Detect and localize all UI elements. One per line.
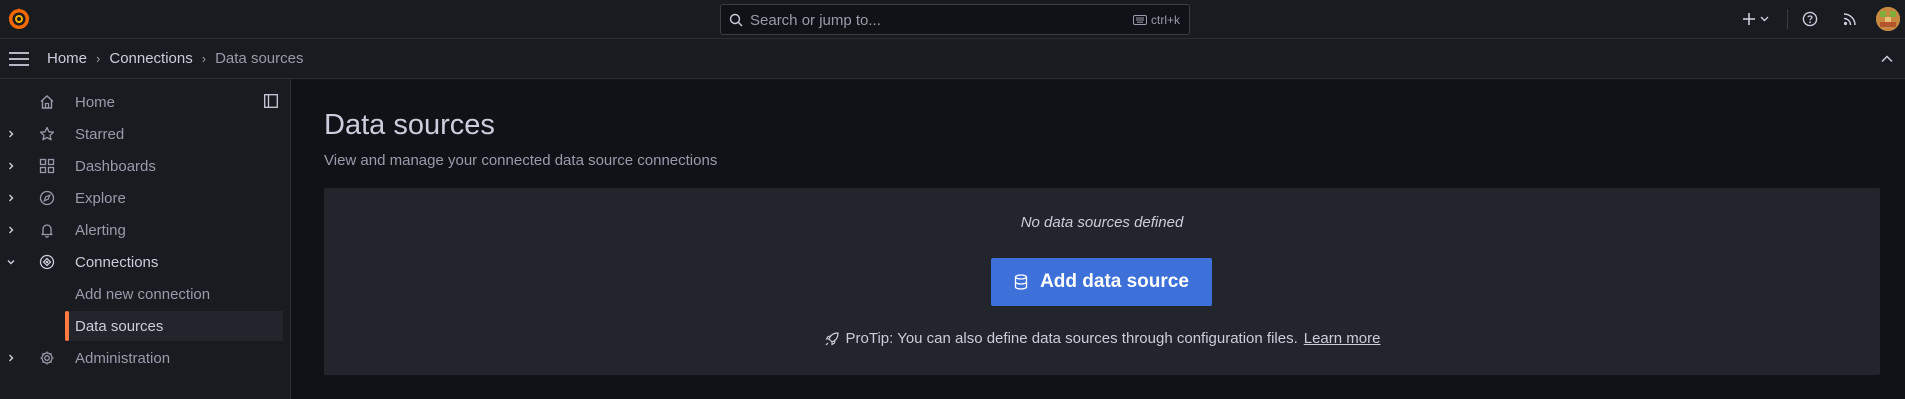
- help-button[interactable]: [1802, 9, 1818, 29]
- protip-text: ProTip: You can also define data sources…: [845, 330, 1298, 347]
- empty-state-message: No data sources defined: [1020, 214, 1184, 231]
- search-input[interactable]: Search or jump to... ctrl+k: [720, 4, 1190, 35]
- grafana-logo-icon[interactable]: [7, 7, 31, 31]
- breadcrumb-connections[interactable]: Connections: [109, 50, 192, 67]
- sidebar-item-administration[interactable]: Administration: [0, 343, 283, 373]
- chevron-right-icon[interactable]: [6, 161, 16, 171]
- cog-icon: [39, 350, 55, 366]
- news-button[interactable]: [1843, 9, 1857, 29]
- sidebar-item-starred[interactable]: Starred: [0, 119, 283, 149]
- help-icon: [1802, 11, 1818, 27]
- main-content: Data sources View and manage your connec…: [292, 79, 1905, 399]
- top-bar: Search or jump to... ctrl+k: [0, 0, 1905, 39]
- database-icon: [1014, 274, 1028, 290]
- sidebar-item-label: Home: [75, 93, 116, 111]
- star-icon: [39, 126, 55, 142]
- chevron-right-icon: ›: [96, 51, 101, 66]
- chevron-down-icon[interactable]: [6, 257, 16, 267]
- breadcrumb-data-sources: Data sources: [215, 50, 304, 67]
- connections-icon: [39, 254, 55, 270]
- chevron-right-icon[interactable]: [6, 193, 16, 203]
- avatar[interactable]: [1876, 7, 1900, 31]
- empty-state-card: No data sources defined Add data source …: [324, 188, 1880, 375]
- sidebar-item-label: Dashboards: [75, 157, 156, 175]
- protip: ProTip: You can also define data sources…: [324, 330, 1880, 347]
- sidebar-item-label: Starred: [75, 125, 125, 143]
- breadcrumb-home[interactable]: Home: [47, 50, 87, 67]
- sidebar-item-label: Explore: [75, 189, 126, 207]
- sidebar-item-alerting[interactable]: Alerting: [0, 215, 283, 245]
- sidebar-item-label: Administration: [75, 349, 171, 367]
- sidebar-item-label: Add new connection: [75, 285, 211, 303]
- breadcrumb-bar: Home › Connections › Data sources: [0, 39, 1905, 79]
- chevron-right-icon[interactable]: [6, 353, 16, 363]
- keyboard-shortcut: ctrl+k: [1132, 13, 1180, 27]
- add-data-source-button[interactable]: Add data source: [991, 258, 1212, 306]
- sidebar-item-home[interactable]: Home: [0, 87, 283, 117]
- search-icon: [729, 13, 743, 27]
- sidebar-item-label: Connections: [75, 253, 159, 271]
- keyboard-icon: [1132, 15, 1147, 25]
- bell-icon: [39, 222, 55, 238]
- plus-icon: [1742, 12, 1756, 26]
- chevron-right-icon[interactable]: [6, 129, 16, 139]
- search-placeholder: Search or jump to...: [750, 12, 881, 29]
- rocket-icon: [824, 331, 840, 347]
- new-menu-button[interactable]: [1742, 9, 1769, 29]
- chevron-right-icon[interactable]: [6, 225, 16, 235]
- learn-more-link[interactable]: Learn more: [1304, 330, 1381, 347]
- chevron-right-icon: ›: [201, 51, 207, 66]
- chevron-down-icon: [1760, 16, 1769, 22]
- menu-icon[interactable]: [9, 52, 29, 66]
- sidebar-item-connections[interactable]: Connections: [0, 247, 283, 277]
- apps-icon: [39, 158, 55, 174]
- rss-icon: [1843, 12, 1857, 26]
- sidebar-item-explore[interactable]: Explore: [0, 183, 283, 213]
- breadcrumb: Home › Connections › Data sources: [47, 50, 303, 67]
- sidebar: Home Starred Dashboards Explore Alerting…: [0, 79, 291, 399]
- sidebar-item-label: Data sources: [75, 317, 164, 335]
- sidebar-item-data-sources[interactable]: Data sources: [65, 311, 283, 341]
- shortcut-label: ctrl+k: [1150, 13, 1180, 27]
- sidebar-item-add-new-connection[interactable]: Add new connection: [65, 279, 283, 309]
- home-icon: [39, 94, 55, 110]
- divider: [1787, 9, 1788, 29]
- sidebar-item-label: Alerting: [75, 221, 126, 239]
- sidebar-item-dashboards[interactable]: Dashboards: [0, 151, 283, 181]
- page-subtitle: View and manage your connected data sour…: [324, 152, 718, 169]
- add-data-source-label: Add data source: [1040, 271, 1189, 292]
- page-title: Data sources: [324, 109, 495, 141]
- chevron-up-icon[interactable]: [1880, 52, 1894, 66]
- compass-icon: [39, 190, 55, 206]
